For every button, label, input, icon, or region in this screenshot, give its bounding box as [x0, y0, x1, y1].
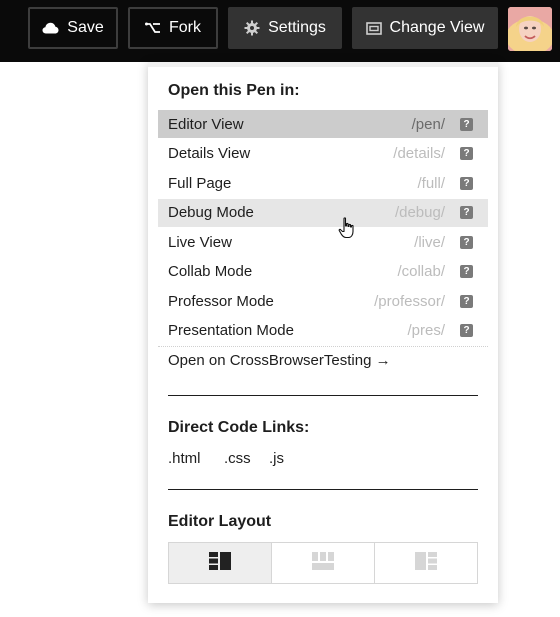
open-pen-title: Open this Pen in:: [168, 82, 300, 99]
view-option-path: /live/: [414, 233, 445, 251]
help-icon[interactable]: ?: [460, 294, 473, 308]
settings-label: Settings: [268, 19, 326, 36]
help-icon[interactable]: ?: [460, 265, 473, 278]
help-icon[interactable]: ?: [460, 324, 473, 337]
settings-button[interactable]: Settings: [228, 7, 342, 49]
help-icon[interactable]: ?: [460, 235, 473, 249]
gear-icon: [244, 20, 260, 36]
view-option-row[interactable]: Live View/live/?: [158, 228, 488, 256]
view-option-path: /pres/: [407, 322, 445, 339]
view-option-label: Collab Mode: [168, 263, 253, 280]
code-links-title: Direct Code Links:: [168, 419, 310, 436]
layout-left-button[interactable]: [169, 543, 271, 583]
js-link[interactable]: .js: [269, 450, 284, 467]
view-option-label: Debug Mode: [168, 204, 254, 221]
avatar[interactable]: [508, 7, 552, 51]
fork-button[interactable]: Fork: [128, 7, 218, 49]
view-option-path: /full/: [417, 174, 445, 192]
view-option-row[interactable]: Editor View/pen/?: [158, 110, 488, 138]
layout-right-button[interactable]: [374, 543, 477, 583]
view-option-label: Details View: [168, 145, 251, 162]
view-option-path: /pen/: [411, 115, 445, 133]
view-option-path: /details/: [393, 145, 445, 162]
cloud-icon: [42, 22, 59, 34]
view-option-row[interactable]: Collab Mode/collab/?: [158, 258, 488, 286]
view-option-row[interactable]: Details View/details/?: [158, 140, 488, 168]
hand-pointer-icon: [338, 217, 356, 244]
view-option-label: Editor View: [168, 115, 244, 133]
fork-label: Fork: [169, 19, 201, 36]
save-label: Save: [67, 19, 104, 36]
view-option-label: Presentation Mode: [168, 322, 294, 339]
help-icon[interactable]: ?: [460, 206, 473, 219]
view-option-label: Full Page: [168, 174, 232, 192]
css-link[interactable]: .css: [224, 450, 251, 467]
divider: [168, 489, 478, 490]
change-view-label: Change View: [389, 19, 485, 36]
help-icon[interactable]: ?: [460, 147, 473, 160]
fork-icon: [145, 21, 161, 35]
save-button[interactable]: Save: [28, 7, 118, 49]
change-view-button[interactable]: Change View: [352, 7, 498, 49]
help-icon[interactable]: ?: [460, 117, 473, 131]
divider: [158, 346, 488, 347]
layout-top-button[interactable]: [271, 543, 374, 583]
help-icon[interactable]: ?: [460, 176, 473, 190]
divider: [168, 395, 478, 396]
layout-top-icon: [312, 551, 334, 575]
view-option-path: /collab/: [397, 263, 445, 280]
layout-right-icon: [415, 551, 437, 575]
view-option-row[interactable]: Professor Mode/professor/?: [158, 287, 488, 315]
view-option-label: Live View: [168, 233, 232, 251]
layout-left-icon: [209, 551, 231, 575]
html-link[interactable]: .html: [168, 450, 201, 467]
window-icon: [365, 21, 382, 35]
view-option-row[interactable]: Full Page/full/?: [158, 169, 488, 197]
view-option-path: /debug/: [394, 204, 445, 221]
change-view-dropdown: Open this Pen in: Editor View/pen/? Detai…: [148, 62, 498, 603]
top-toolbar: Save Fork Settings Change View: [0, 0, 560, 62]
editor-layout-selector: [168, 542, 478, 584]
crossbrowsertesting-link[interactable]: Open on CrossBrowserTesting →: [168, 352, 391, 369]
view-option-row[interactable]: Presentation Mode/pres/?: [158, 317, 488, 345]
view-option-path: /professor/: [374, 292, 445, 310]
view-option-label: Professor Mode: [168, 292, 274, 310]
editor-layout-title: Editor Layout: [168, 513, 272, 530]
view-option-row[interactable]: Debug Mode/debug/?: [158, 198, 488, 227]
